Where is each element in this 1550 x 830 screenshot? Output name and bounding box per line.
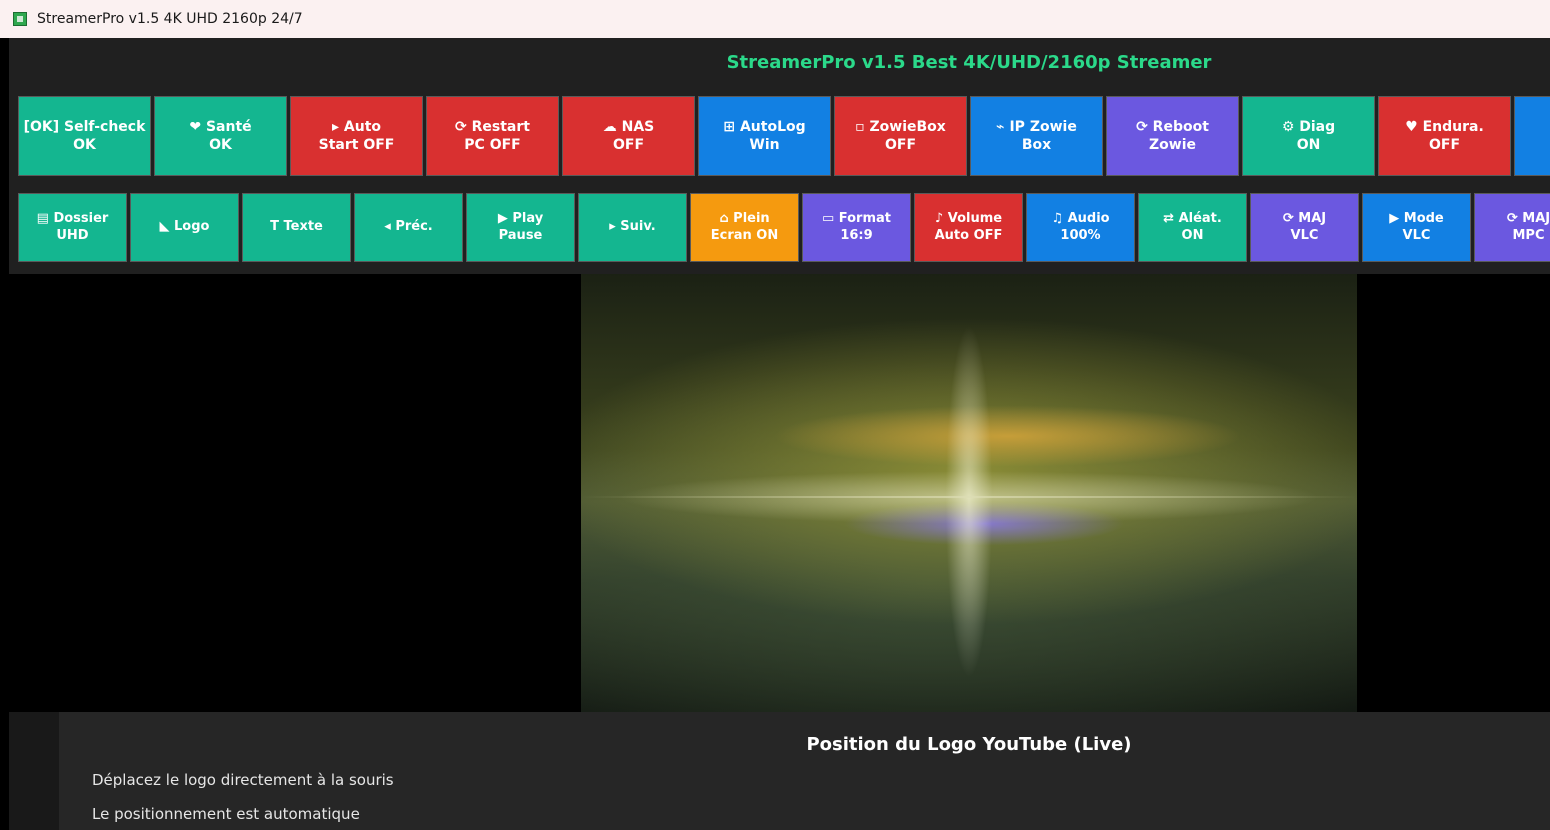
app-icon xyxy=(13,12,27,26)
endura-button-label: ♥ Endura. xyxy=(1405,118,1484,135)
restart-pc-button-status: PC OFF xyxy=(464,137,521,153)
logo-button[interactable]: ◣ Logo xyxy=(130,193,239,262)
window-titlebar: StreamerPro v1.5 4K UHD 2160p 24/7 xyxy=(0,0,1550,38)
suiv-button[interactable]: ▸ Suiv. xyxy=(578,193,687,262)
logo-button-label: ◣ Logo xyxy=(159,219,210,235)
auto-start-button-label: ▸ Auto xyxy=(331,118,381,135)
diag-button-label: ⚙ Diag xyxy=(1281,118,1336,135)
reboot-zowie-button-status: Zowie xyxy=(1149,137,1196,153)
play-pause-button[interactable]: ▶ Play Pause xyxy=(466,193,575,262)
maj-mpc-button-status: MPC xyxy=(1512,227,1545,243)
logo-position-title: Position du Logo YouTube (Live) xyxy=(806,734,1132,755)
diag-button-status: ON xyxy=(1296,137,1321,153)
autolog-button-status: Win xyxy=(749,137,780,153)
volume-auto-button-label: ♪ Volume xyxy=(934,210,1003,226)
maj-mpc-button[interactable]: ⟳ MAJ MPC xyxy=(1474,193,1550,262)
control-panel: StreamerPro v1.5 Best 4K/UHD/2160p Strea… xyxy=(9,38,1550,274)
button-row-playback: ▤ Dossier UHD ◣ Logo T Texte ◂ Préc. ▶ Play Pa… xyxy=(18,193,1550,262)
restart-pc-button[interactable]: ⟳ Restart PC OFF xyxy=(426,96,559,176)
mode-vlc-button-label: ▶ Mode xyxy=(1389,210,1444,226)
logo-instruction-auto: Le positionnement est automatique xyxy=(92,805,360,823)
self-check-button[interactable]: [OK] Self-check OK xyxy=(18,96,151,176)
auto-start-button[interactable]: ▸ Auto Start OFF xyxy=(290,96,423,176)
endura-button[interactable]: ♥ Endura. OFF xyxy=(1378,96,1511,176)
format-button-label: ▭ Format xyxy=(821,210,892,226)
self-check-button-status: OK xyxy=(73,137,96,153)
play-pause-button-label: ▶ Play xyxy=(497,210,544,226)
sante-button-label: ❤ Santé xyxy=(189,118,252,135)
format-button[interactable]: ▭ Format 16:9 xyxy=(802,193,911,262)
self-check-button-label: [OK] Self-check xyxy=(23,118,146,135)
video-light-streak xyxy=(581,496,1357,498)
reboot-zowie-button[interactable]: ⟳ Reboot Zowie xyxy=(1106,96,1239,176)
logo-instruction-drag: Déplacez le logo directement à la souris xyxy=(92,771,394,789)
ip-zowie-box-button[interactable]: ⌁ IP Zowie Box xyxy=(970,96,1103,176)
button-row-status: [OK] Self-check OK ❤ Santé OK ▸ Auto Start OF… xyxy=(18,96,1550,176)
plein-ecran-button-label: ⌂ Plein xyxy=(719,210,770,226)
volume-auto-button[interactable]: ♪ Volume Auto OFF xyxy=(914,193,1023,262)
plein-ecran-button[interactable]: ⌂ Plein Ecran ON xyxy=(690,193,799,262)
aleat-button[interactable]: ⇄ Aléat. ON xyxy=(1138,193,1247,262)
audio-button-label: ♫ Audio xyxy=(1051,210,1110,226)
audio-button[interactable]: ♫ Audio 100% xyxy=(1026,193,1135,262)
aleat-button-status: ON xyxy=(1181,227,1204,243)
dossier-uhd-button-label: ▤ Dossier xyxy=(36,210,109,226)
volume-auto-button-status: Auto OFF xyxy=(934,227,1003,243)
auto-start-button-status: Start OFF xyxy=(318,137,395,153)
logo-position-section: Position du Logo YouTube (Live) Déplacez… xyxy=(59,712,1550,830)
window-title: StreamerPro v1.5 4K UHD 2160p 24/7 xyxy=(37,11,303,27)
zowiebox-button-status: OFF xyxy=(884,137,917,153)
video-preview[interactable] xyxy=(581,274,1357,712)
zowiebox-button-label: ▫ ZowieBox xyxy=(855,118,946,135)
logo-position-panel: Position du Logo YouTube (Live) Déplacez… xyxy=(9,712,1550,830)
zowiebox-button[interactable]: ▫ ZowieBox OFF xyxy=(834,96,967,176)
restart-pc-button-label: ⟳ Restart xyxy=(455,118,530,135)
diag-button[interactable]: ⚙ Diag ON xyxy=(1242,96,1375,176)
texte-button-label: T Texte xyxy=(270,219,323,235)
mode-vlc-button[interactable]: ▶ Mode VLC xyxy=(1362,193,1471,262)
maj-mpc-button-label: ⟳ MAJ xyxy=(1506,210,1550,226)
app-header-title: StreamerPro v1.5 Best 4K/UHD/2160p Strea… xyxy=(726,52,1212,73)
ip-zowie-box-button-status: Box xyxy=(1021,137,1052,153)
dossier-uhd-button[interactable]: ▤ Dossier UHD xyxy=(18,193,127,262)
sante-button-status: OK xyxy=(209,137,232,153)
nas-button[interactable]: ☁ NAS OFF xyxy=(562,96,695,176)
play-pause-button-status: Pause xyxy=(498,227,543,243)
mode-vlc-button-status: VLC xyxy=(1402,227,1431,243)
nas-button-status: OFF xyxy=(612,137,645,153)
ip-zowie-box-button-label: ⌁ IP Zowie xyxy=(996,118,1077,135)
reboot-zowie-button-label: ⟳ Reboot xyxy=(1136,118,1209,135)
prec-button-label: ◂ Préc. xyxy=(384,219,433,235)
format-button-status: 16:9 xyxy=(840,227,873,243)
autolog-button[interactable]: ⊞ AutoLog Win xyxy=(698,96,831,176)
dossier-uhd-button-status: UHD xyxy=(56,227,89,243)
prec-button[interactable]: ◂ Préc. xyxy=(354,193,463,262)
aleat-button-label: ⇄ Aléat. xyxy=(1163,210,1222,226)
autolog-button-label: ⊞ AutoLog xyxy=(723,118,806,135)
maj-vlc-button[interactable]: ⟳ MAJ VLC xyxy=(1250,193,1359,262)
suiv-button-label: ▸ Suiv. xyxy=(609,219,656,235)
maj-vlc-button-label: ⟳ MAJ xyxy=(1282,210,1327,226)
texte-button[interactable]: T Texte xyxy=(242,193,351,262)
maj-vlc-button-status: VLC xyxy=(1290,227,1319,243)
audio-button-status: 100% xyxy=(1060,227,1101,243)
plein-ecran-button-status: Ecran ON xyxy=(710,227,779,243)
info-button[interactable]: ⓘSt xyxy=(1514,96,1550,176)
nas-button-label: ☁ NAS xyxy=(602,118,655,135)
endura-button-status: OFF xyxy=(1428,137,1461,153)
sante-button[interactable]: ❤ Santé OK xyxy=(154,96,287,176)
